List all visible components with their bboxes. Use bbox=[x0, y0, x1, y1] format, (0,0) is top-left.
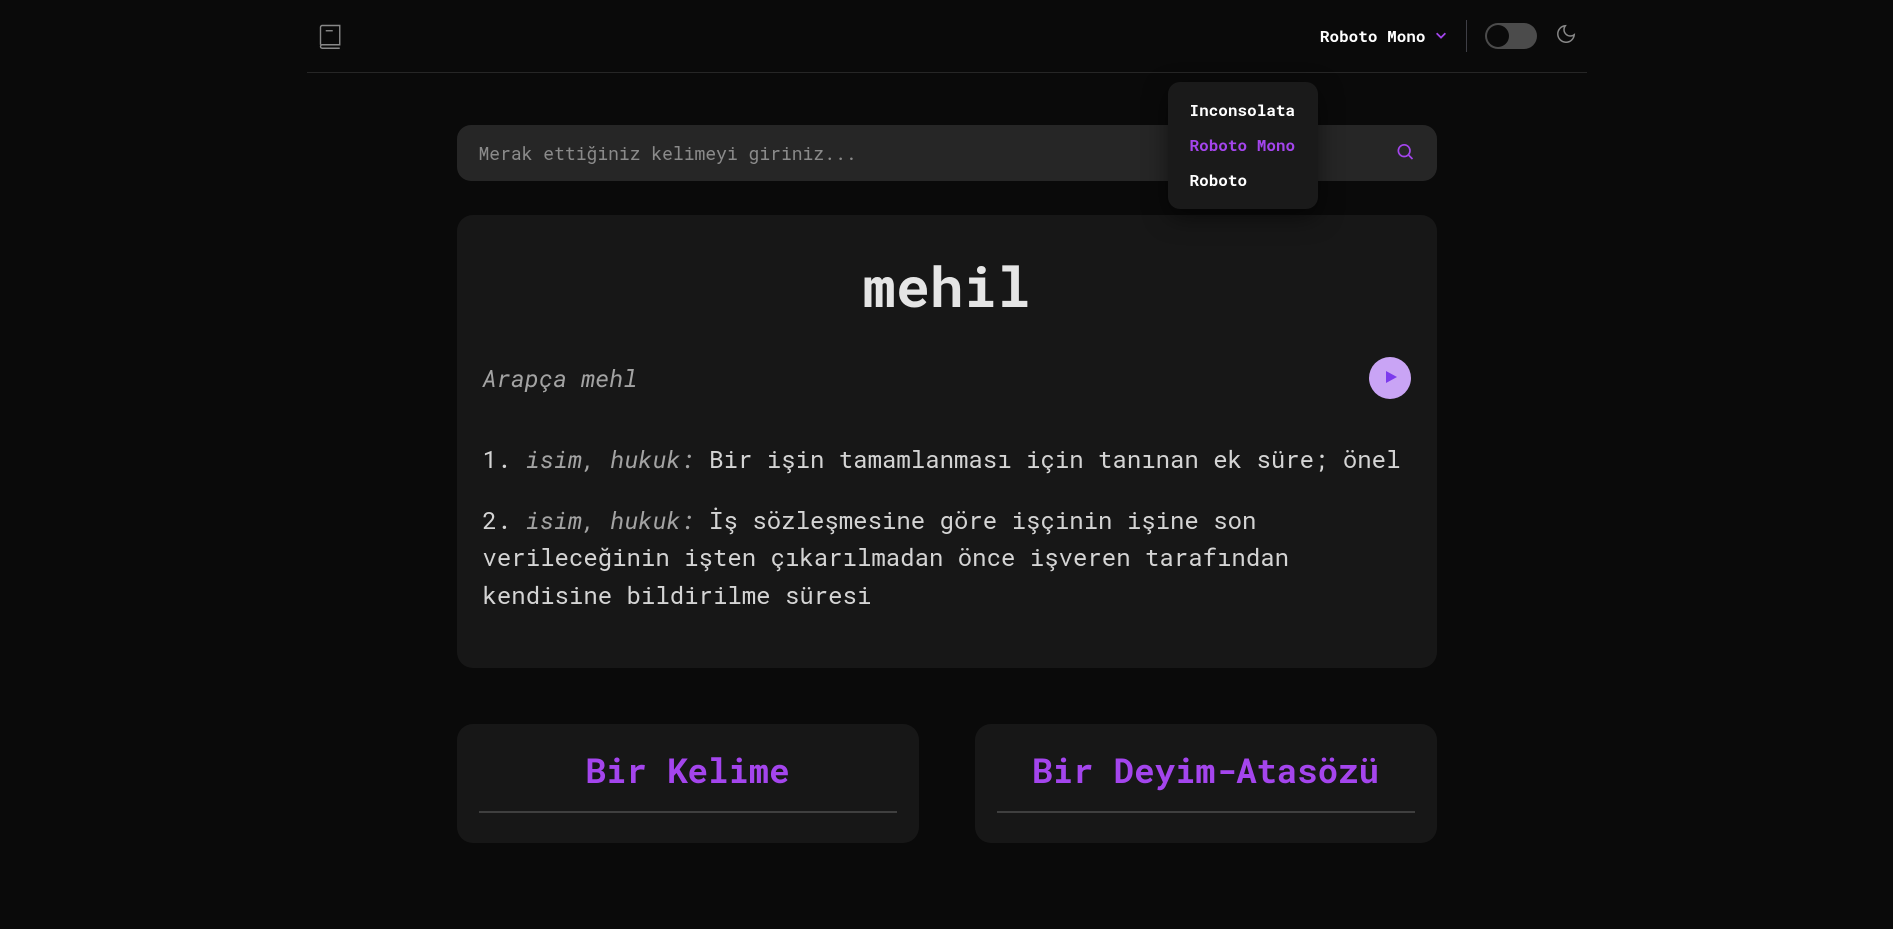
etymology-row: Arapça mehl bbox=[483, 357, 1411, 399]
play-audio-button[interactable] bbox=[1369, 357, 1411, 399]
app-header: Roboto Mono Inconsolata Roboto Mono Robo… bbox=[307, 0, 1587, 73]
search-icon bbox=[1395, 150, 1415, 165]
logo-icon[interactable] bbox=[317, 22, 345, 50]
chevron-down-icon bbox=[1434, 26, 1448, 47]
font-option-roboto[interactable]: Roboto bbox=[1190, 170, 1296, 191]
header-controls: Roboto Mono Inconsolata Roboto Mono Robo… bbox=[1320, 20, 1577, 52]
search-button[interactable] bbox=[1395, 142, 1415, 165]
play-icon bbox=[1380, 369, 1399, 388]
definitions-list: 1. isim, hukuk: Bir işin tamamlanması iç… bbox=[483, 441, 1411, 614]
definition-number: 1. bbox=[483, 443, 512, 475]
moon-icon bbox=[1555, 23, 1577, 50]
font-dropdown: Inconsolata Roboto Mono Roboto bbox=[1168, 82, 1318, 209]
definition-number: 2. bbox=[483, 504, 512, 536]
font-selector[interactable]: Roboto Mono Inconsolata Roboto Mono Robo… bbox=[1320, 26, 1448, 47]
definition-tag: isim, hukuk: bbox=[526, 504, 695, 536]
idiom-of-day-card: Bir Deyim-Atasözü bbox=[975, 724, 1437, 843]
font-selector-label: Roboto Mono bbox=[1320, 26, 1426, 47]
definition-text: Bir işin tamamlanması için tanınan ek sü… bbox=[709, 443, 1400, 475]
font-option-inconsolata[interactable]: Inconsolata bbox=[1190, 100, 1296, 121]
definition-item: 2. isim, hukuk: İş sözleşmesine göre işç… bbox=[483, 502, 1411, 614]
word-of-day-title: Bir Kelime bbox=[479, 748, 897, 813]
word-of-day-card: Bir Kelime bbox=[457, 724, 919, 843]
word-title: mehil bbox=[483, 249, 1411, 323]
header-divider bbox=[1466, 20, 1467, 52]
font-option-roboto-mono[interactable]: Roboto Mono bbox=[1190, 135, 1296, 156]
word-card: mehil Arapça mehl 1. isim, hukuk: Bir iş… bbox=[457, 215, 1437, 668]
toggle-knob bbox=[1487, 25, 1509, 47]
idiom-of-day-title: Bir Deyim-Atasözü bbox=[997, 748, 1415, 813]
word-etymology: Arapça mehl bbox=[483, 362, 638, 394]
definition-tag: isim, hukuk: bbox=[526, 443, 695, 475]
main-container: mehil Arapça mehl 1. isim, hukuk: Bir iş… bbox=[447, 125, 1447, 843]
bottom-columns: Bir Kelime Bir Deyim-Atasözü bbox=[457, 724, 1437, 843]
theme-toggle[interactable] bbox=[1485, 23, 1537, 49]
definition-item: 1. isim, hukuk: Bir işin tamamlanması iç… bbox=[483, 441, 1411, 478]
